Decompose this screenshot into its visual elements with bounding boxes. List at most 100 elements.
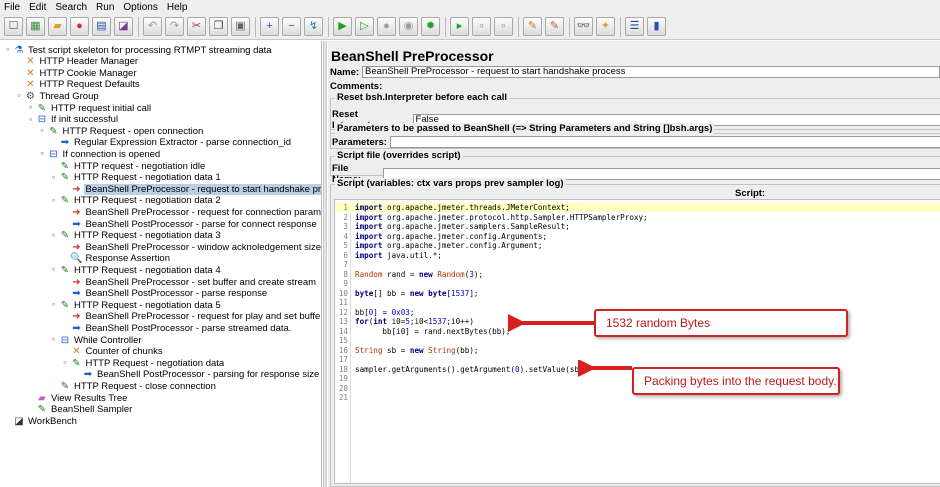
expand-button[interactable]: + [260, 17, 279, 36]
tree-node[interactable]: ✎ HTTP Request - close connection [49, 380, 218, 392]
tree-node[interactable]: ➜ BeanShell PreProcessor - request for pl… [61, 311, 321, 323]
menu-help[interactable]: Help [167, 2, 188, 13]
tree-node[interactable]: ○ ⊟ If init successful [26, 114, 120, 126]
tree-node[interactable]: ✕ Counter of chunks [61, 346, 165, 358]
close-file-button[interactable]: ● [70, 17, 89, 36]
function-helper-button[interactable]: ☰ [625, 17, 644, 36]
tree-node[interactable]: ○ ⚗ Test script skeleton for processing RT… [3, 44, 274, 56]
start-no-pause-button[interactable]: ▷ [355, 17, 374, 36]
collapse-button[interactable]: − [282, 17, 301, 36]
code-line: 5 import org.apache.jmeter.config.Argumen… [335, 241, 940, 250]
menu-file[interactable]: File [4, 2, 20, 13]
tree-node[interactable]: ✕ HTTP Cookie Manager [15, 67, 139, 79]
templates-button[interactable]: ▦ [26, 17, 45, 36]
expand-toggle-icon[interactable]: ○ [38, 128, 47, 134]
menu-search[interactable]: Search [55, 2, 87, 13]
cut-button[interactable]: ✂ [187, 17, 206, 36]
tree-node[interactable]: ➜ BeanShell PreProcessor - request to sta… [61, 183, 321, 195]
tree-node[interactable]: ➜ BeanShell PreProcessor - request for co… [61, 206, 321, 218]
tree-node[interactable]: ✕ HTTP Header Manager [15, 56, 141, 68]
tree-node-label: BeanShell Sampler [51, 404, 133, 416]
reset-search-button[interactable]: ✦ [596, 17, 615, 36]
tree-node[interactable]: ➜ BeanShell PreProcessor - set buffer and… [61, 276, 319, 288]
tree-node[interactable]: ○ ✎ HTTP Request - negotiation data 3 [49, 230, 223, 242]
tree-node[interactable]: ➡ BeanShell PostProcessor - parse for con… [61, 218, 319, 230]
expand-toggle-icon[interactable]: ○ [15, 93, 24, 99]
expand-toggle-icon[interactable]: ○ [38, 151, 47, 157]
expand-toggle-icon[interactable]: ○ [49, 302, 58, 308]
tree-node[interactable]: ➡ BeanShell PostProcessor - parse respons… [61, 288, 270, 300]
code-text: for(int i0=5;i0<1537;i0++) [355, 317, 474, 326]
postprocessor-icon: ➡ [72, 322, 81, 334]
help-button[interactable]: ▮ [647, 17, 666, 36]
tree-node[interactable]: ➜ BeanShell PreProcessor - window acknole… [61, 241, 321, 253]
code-text: import org.apache.jmeter.config.Argument… [355, 241, 543, 250]
shutdown-button[interactable]: ◉ [399, 17, 418, 36]
expand-toggle-icon[interactable]: ○ [26, 105, 35, 111]
tree-node-label: BeanShell PreProcessor - set buffer and … [85, 276, 317, 288]
save-button[interactable]: ▤ [92, 17, 111, 36]
tree-node[interactable]: ✕ HTTP Request Defaults [15, 79, 142, 91]
toggle-button[interactable]: ↯ [304, 17, 323, 36]
undo-button[interactable]: ↶ [143, 17, 162, 36]
sampler-icon: ✎ [60, 160, 70, 172]
menu-options[interactable]: Options [123, 2, 157, 13]
remote-start-button[interactable]: ✹ [421, 17, 440, 36]
remote-stop-icon: ∘ [478, 20, 485, 32]
start-button[interactable]: ▶ [333, 17, 352, 36]
clear-button[interactable]: ✎ [523, 17, 542, 36]
expand-toggle-icon[interactable]: ○ [3, 47, 12, 53]
tree-node[interactable]: ○ ⊟ If connection is opened [38, 148, 163, 160]
menu-run[interactable]: Run [96, 2, 114, 13]
tree-node[interactable]: ○ ✎ HTTP request initial call [26, 102, 153, 114]
remote-shutdown-button[interactable]: ∘ [494, 17, 513, 36]
split-pane-divider[interactable] [323, 41, 327, 487]
tree-node[interactable]: ○ ✎ HTTP Request - negotiation data 4 [49, 264, 223, 276]
tree-node[interactable]: ○ ⊟ While Controller [49, 334, 144, 346]
tree-node-label: HTTP Header Manager [39, 56, 139, 68]
stop-button[interactable]: ● [377, 17, 396, 36]
tree-node[interactable]: ○ ⚙ Thread Group [15, 90, 101, 102]
clear-all-button[interactable]: ✎ [545, 17, 564, 36]
tree-node[interactable]: ○ ✎ HTTP Request - negotiation data 2 [49, 195, 223, 207]
save-graph-button[interactable]: ◪ [114, 17, 133, 36]
tree-node[interactable]: ✎ HTTP request - negotiation idle [49, 160, 207, 172]
tree-node[interactable]: 🔍 Response Assertion [61, 253, 173, 265]
expand-toggle-icon[interactable]: ○ [49, 337, 58, 343]
remote-stop-button[interactable]: ∘ [472, 17, 491, 36]
tree-node[interactable]: ➡ BeanShell PostProcessor - parsing for r… [72, 369, 321, 381]
new-button[interactable]: ☐ [4, 17, 23, 36]
tree-node[interactable]: ○ ✎ HTTP Request - open connection [38, 125, 206, 137]
expand-toggle-icon[interactable]: ○ [49, 175, 58, 181]
expand-toggle-icon[interactable]: ○ [49, 267, 58, 273]
parameters-field[interactable] [389, 136, 940, 148]
expand-toggle-icon[interactable]: ○ [49, 233, 58, 239]
expand-toggle-icon[interactable]: ○ [26, 117, 35, 123]
test-plan-tree[interactable]: ○ ⚗ Test script skeleton for processing RT… [0, 41, 322, 487]
redo-button[interactable]: ↷ [165, 17, 184, 36]
tree-node[interactable]: ▰ View Results Tree [26, 392, 129, 404]
tree-node-label: BeanShell PostProcessor - parse streamed… [85, 322, 292, 334]
tree-node[interactable]: ○ ✎ HTTP Request - negotiation data [61, 357, 227, 369]
tree-node[interactable]: ➡ BeanShell PostProcessor - parse streame… [61, 322, 294, 334]
tree-node-label: If init successful [51, 114, 119, 126]
open-button[interactable]: ▰ [48, 17, 67, 36]
menu-edit[interactable]: Edit [29, 2, 46, 13]
search-button[interactable]: 👓 [574, 17, 593, 36]
script-editor[interactable]: 1 import org.apache.jmeter.threads.JMeter… [334, 199, 940, 484]
remote-start-all-button[interactable]: ▸ [450, 17, 469, 36]
paste-button[interactable]: ▣ [231, 17, 250, 36]
tree-node[interactable]: ○ ✎ HTTP Request - negotiation data 5 [49, 299, 223, 311]
tree-node[interactable]: ○ ✎ HTTP Request - negotiation data 1 [49, 172, 223, 184]
expand-toggle-icon[interactable]: ○ [49, 198, 58, 204]
expand-toggle-icon[interactable]: ○ [61, 360, 70, 366]
toolbar-separator [569, 16, 570, 37]
tree-node[interactable]: ➡ Regular Expression Extractor - parse co… [49, 137, 293, 149]
comments-label: Comments: [330, 81, 383, 92]
tree-node[interactable]: ◪ WorkBench [3, 415, 79, 427]
code-line: 6 import java.util.*; [335, 251, 940, 260]
copy-button[interactable]: ❐ [209, 17, 228, 36]
tree-node[interactable]: ✎ BeanShell Sampler [26, 404, 134, 416]
code-line: 17 [335, 355, 940, 364]
name-field[interactable]: BeanShell PreProcessor - request to star… [362, 66, 940, 78]
